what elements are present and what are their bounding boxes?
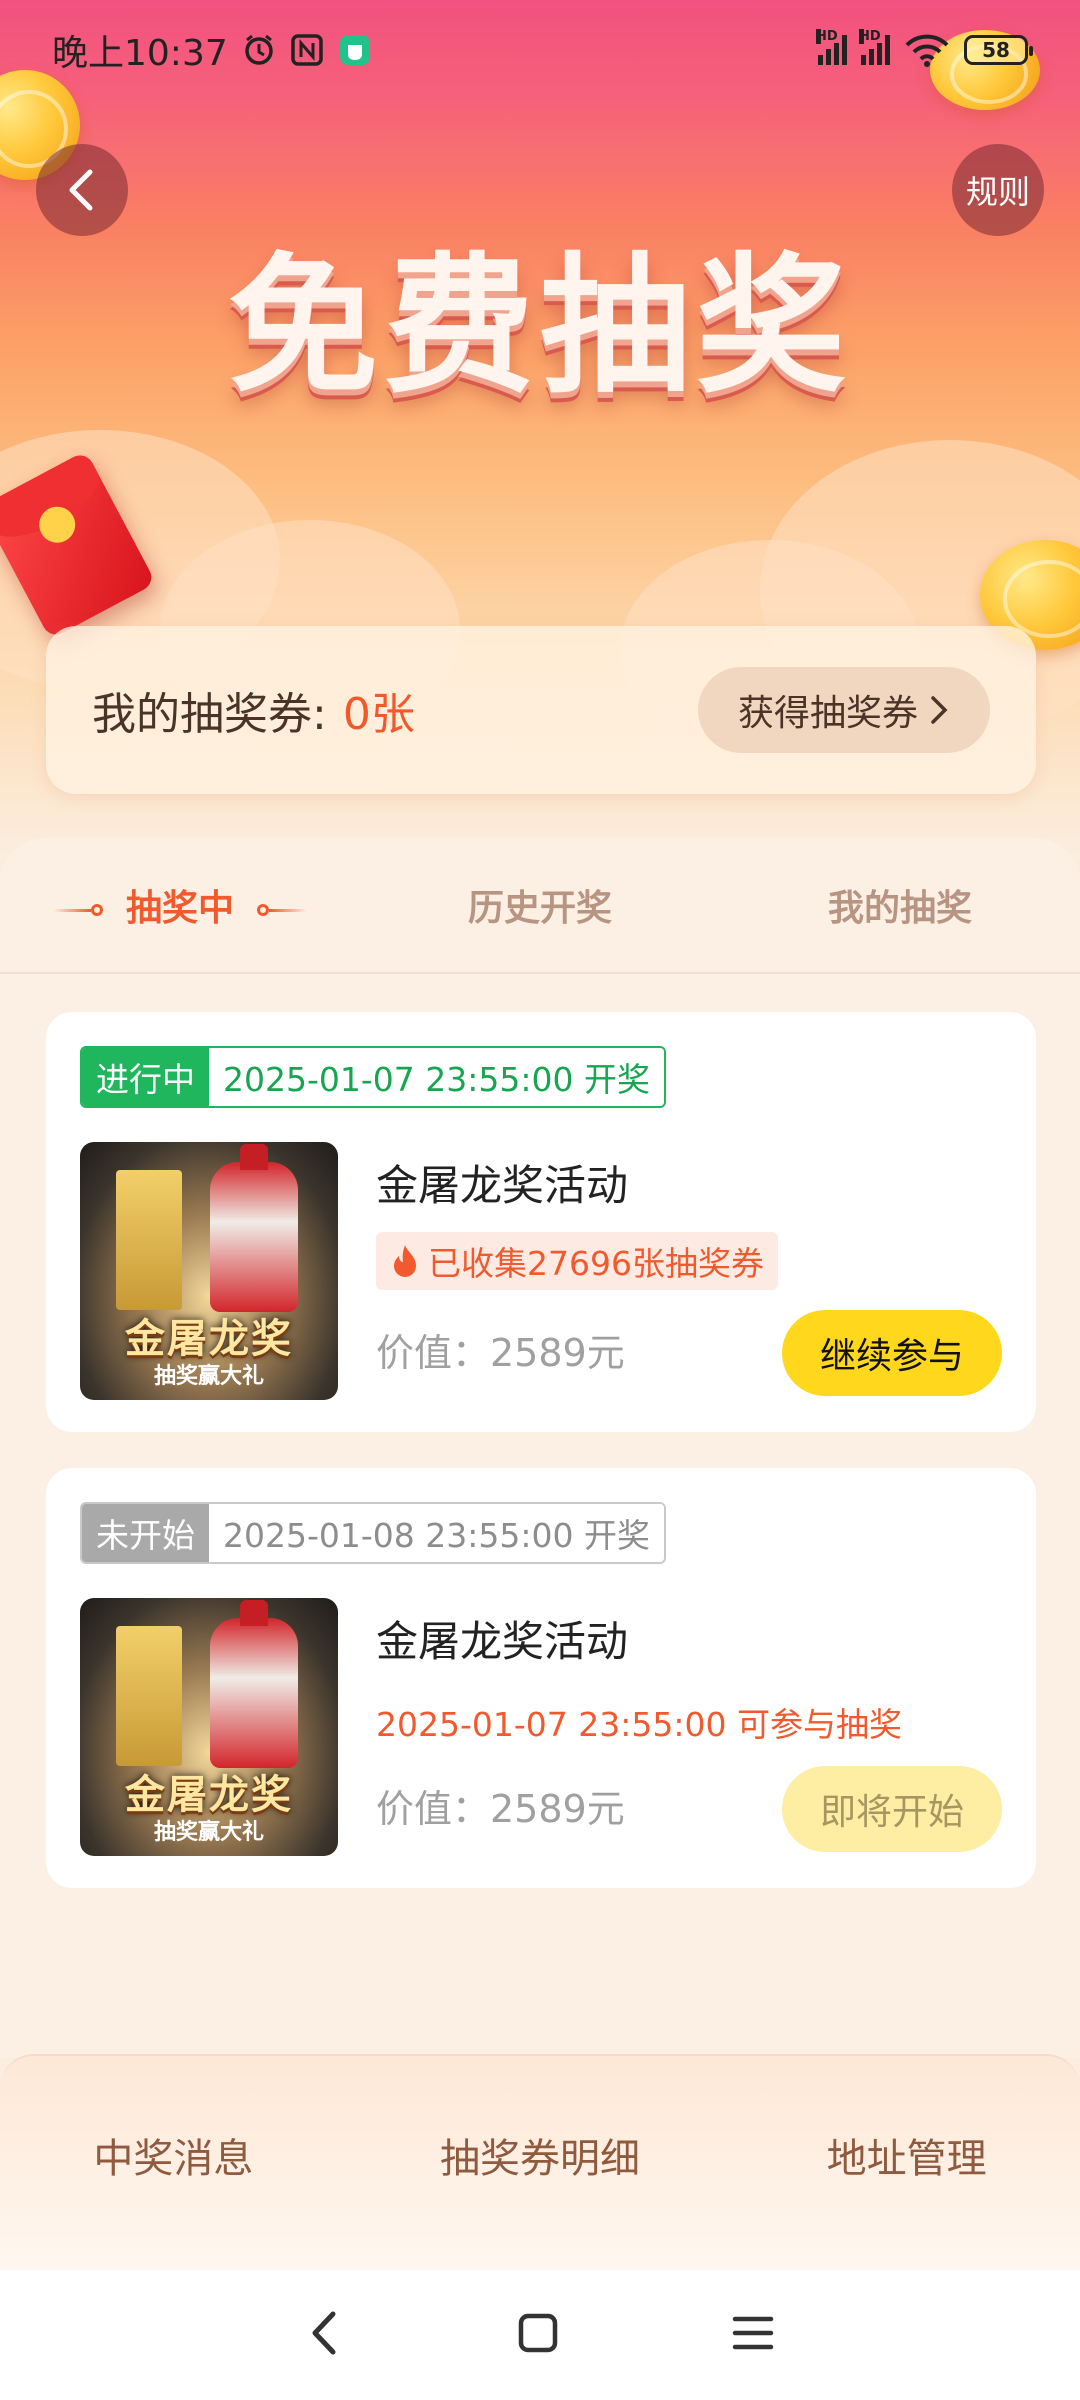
tab-my-lottery[interactable]: 我的抽奖 bbox=[720, 879, 1080, 931]
prize-title: 金屠龙奖活动 bbox=[376, 1161, 629, 1210]
app-icon bbox=[338, 33, 372, 67]
nav-back-button[interactable] bbox=[305, 2308, 345, 2362]
prize-image-subtitle: 抽奖赢大礼 bbox=[153, 1364, 264, 1389]
status-badge: 未开始 bbox=[82, 1504, 209, 1562]
continue-button[interactable]: 继续参与 bbox=[782, 1310, 1002, 1396]
draw-time: 2025-01-07 23:55:00 开奖 bbox=[209, 1048, 664, 1106]
prize-title: 金屠龙奖活动 bbox=[376, 1617, 629, 1666]
fire-icon bbox=[394, 1245, 416, 1277]
draw-time: 2025-01-08 23:55:00 开奖 bbox=[209, 1504, 664, 1562]
nav-back-icon bbox=[312, 2311, 336, 2355]
collect-count: 已收集27696张抽奖券 bbox=[428, 1244, 764, 1283]
menu-ticket-details[interactable]: 抽奖券明细 bbox=[440, 2126, 640, 2270]
participate-time-note: 2025-01-07 23:55:00 可参与抽奖 bbox=[376, 1705, 902, 1744]
status-row: 未开始 2025-01-08 23:55:00 开奖 bbox=[80, 1502, 666, 1564]
prize-value: 价值：2589元 bbox=[376, 1787, 625, 1831]
prize-image-title: 金屠龙奖 bbox=[125, 1316, 293, 1362]
tab-decoration-right bbox=[256, 904, 307, 916]
get-ticket-label: 获得抽奖券 bbox=[737, 693, 918, 734]
menu-win-messages[interactable]: 中奖消息 bbox=[93, 2126, 253, 2270]
alarm-icon bbox=[242, 33, 276, 67]
bottom-menu: 中奖消息 抽奖券明细 地址管理 bbox=[0, 2054, 1080, 2270]
prize-image: 金屠龙奖 抽奖赢大礼 bbox=[80, 1598, 338, 1856]
nav-home-button[interactable] bbox=[516, 2311, 560, 2359]
status-time: 晚上10:37 bbox=[52, 33, 228, 74]
ticket-summary-card: 我的抽奖券: 0张 获得抽奖券 bbox=[46, 626, 1036, 794]
prize-image-subtitle: 抽奖赢大礼 bbox=[153, 1820, 264, 1845]
status-row: 进行中 2025-01-07 23:55:00 开奖 bbox=[80, 1046, 666, 1108]
coming-soon-button[interactable]: 即将开始 bbox=[782, 1766, 1002, 1852]
wifi-icon bbox=[904, 33, 950, 67]
status-bar: 晚上10:37 HD HD 58 bbox=[0, 0, 1080, 100]
prize-image: 金屠龙奖 抽奖赢大礼 bbox=[80, 1142, 338, 1400]
collect-badge: 已收集27696张抽奖券 bbox=[376, 1232, 778, 1290]
lottery-panel: 抽奖中 历史开奖 我的抽奖 进行中 2025-01-07 23:55:00 开奖… bbox=[0, 838, 1080, 2058]
signal-icon: HD bbox=[859, 29, 890, 65]
prize-image-title: 金屠龙奖 bbox=[125, 1772, 293, 1818]
system-navigation-bar bbox=[0, 2270, 1080, 2400]
prize-value: 价值：2589元 bbox=[376, 1331, 625, 1375]
status-badge: 进行中 bbox=[82, 1048, 209, 1106]
nav-menu-button[interactable] bbox=[731, 2313, 775, 2357]
battery-level: 58 bbox=[982, 38, 1010, 62]
page-title: 免费抽奖 bbox=[227, 240, 852, 414]
bottle-graphic bbox=[210, 1144, 298, 1312]
bottle-graphic bbox=[210, 1600, 298, 1768]
tab-label: 我的抽奖 bbox=[827, 888, 972, 929]
signal-icon: HD bbox=[816, 29, 847, 65]
menu-address-management[interactable]: 地址管理 bbox=[827, 2126, 987, 2270]
battery-icon: 58 bbox=[964, 35, 1033, 65]
tab-history[interactable]: 历史开奖 bbox=[360, 879, 720, 931]
tab-decoration-left bbox=[53, 904, 104, 916]
tab-label: 抽奖中 bbox=[125, 888, 234, 929]
tab-label: 历史开奖 bbox=[467, 888, 612, 929]
ticket-label: 我的抽奖券: bbox=[92, 689, 327, 740]
nav-home-icon bbox=[518, 2313, 558, 2353]
lottery-card[interactable]: 未开始 2025-01-08 23:55:00 开奖 金屠龙奖 抽奖赢大礼 金屠… bbox=[46, 1468, 1036, 1888]
tab-ongoing[interactable]: 抽奖中 bbox=[0, 879, 360, 931]
nfc-icon bbox=[290, 33, 324, 67]
gift-box-graphic bbox=[116, 1626, 182, 1766]
ticket-count: 0张 bbox=[342, 689, 415, 740]
hero-banner: 晚上10:37 HD HD 58 规则 免费抽奖 我的抽奖券: 0张 获得抽奖券 bbox=[0, 0, 1080, 860]
get-ticket-button[interactable]: 获得抽奖券 bbox=[697, 667, 990, 753]
lottery-card[interactable]: 进行中 2025-01-07 23:55:00 开奖 金屠龙奖 抽奖赢大礼 金屠… bbox=[46, 1012, 1036, 1432]
gift-box-graphic bbox=[116, 1170, 182, 1310]
nav-menu-icon bbox=[732, 2316, 773, 2350]
tab-bar: 抽奖中 历史开奖 我的抽奖 bbox=[0, 838, 1080, 974]
chevron-right-icon bbox=[931, 696, 948, 724]
